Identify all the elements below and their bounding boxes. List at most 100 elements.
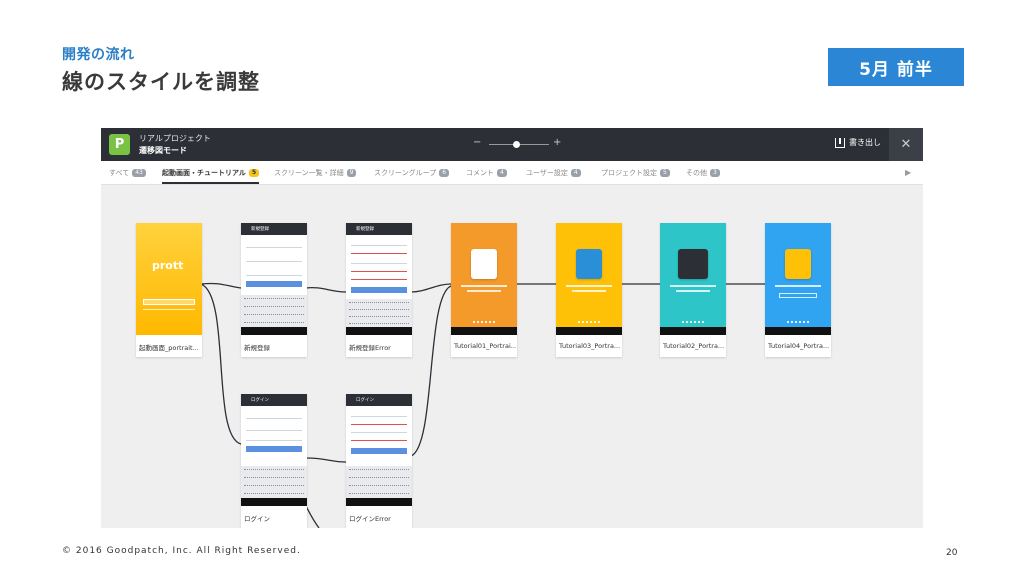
form-submit: [351, 448, 407, 454]
screen-card-signup-error[interactable]: 新規登録 新規登録Error: [346, 223, 412, 357]
zoom-in-button[interactable]: +: [553, 137, 561, 148]
tab-count-badge: 9: [346, 169, 357, 177]
screen-thumbnail: ログイン: [346, 394, 412, 506]
screen-label: 起動画面_portrait...: [139, 344, 199, 352]
form-field: [351, 245, 407, 246]
screen-card-tutorial02[interactable]: Tutorial02_Portra...: [660, 223, 726, 357]
tutorial-caption: [676, 290, 710, 292]
tutorial-caption: [775, 285, 821, 287]
tutorial-caption: [566, 285, 612, 287]
tutorial-caption: [461, 285, 507, 287]
screen-thumbnail: [556, 223, 622, 335]
tab-label: すべて: [109, 169, 130, 177]
keyboard: [241, 295, 307, 327]
form-header: 新規登録: [346, 223, 412, 235]
connector-signup-signuperror: [305, 286, 347, 293]
tab-count-badge: 4: [570, 169, 581, 177]
tutorial-caption: [467, 290, 501, 292]
flow-canvas[interactable]: prott 起動画面_portrait... 新規登録 新規登録 新規登録 新規…: [101, 186, 923, 528]
prott-logo[interactable]: P: [109, 134, 130, 155]
form-error-line: [351, 440, 407, 441]
mode-name: 遷移図モード: [139, 146, 187, 155]
form-submit: [351, 287, 407, 293]
copyright: © 2016 Goodpatch, Inc. All Right Reserve…: [62, 546, 301, 556]
screen-thumbnail: [660, 223, 726, 335]
android-navbar: [556, 327, 622, 335]
tab-scroll-right-icon[interactable]: ▶: [905, 168, 911, 177]
keyboard-row: [244, 322, 304, 324]
tab-project-settings[interactable]: プロジェクト設定 5: [601, 168, 670, 178]
page-indicator: [682, 321, 704, 323]
screen-card-tutorial03[interactable]: Tutorial03_Portra...: [556, 223, 622, 357]
tab-label: ユーザー設定: [526, 169, 568, 177]
tab-label: プロジェクト設定: [601, 169, 657, 177]
form-field: [351, 416, 407, 417]
keyboard-row: [244, 298, 304, 300]
close-button[interactable]: ✕: [889, 128, 923, 161]
keyboard-row: [244, 306, 304, 308]
android-navbar: [451, 327, 517, 335]
tab-screen-group[interactable]: スクリーングループ 6: [374, 168, 450, 178]
screen-label: 新規登録Error: [349, 344, 391, 352]
screen-card-login[interactable]: ログイン ログイン: [241, 394, 307, 528]
export-button[interactable]: 書き出し: [835, 137, 881, 148]
app-header-bar: P リアルプロジェクト 遷移図モード − + 書き出し ✕: [101, 128, 923, 161]
keyboard-row: [244, 485, 304, 487]
keyboard-row: [349, 323, 409, 325]
connector-splash-signup: [200, 282, 242, 289]
screen-label: ログインError: [349, 515, 391, 523]
prott-wordmark: prott: [152, 259, 184, 272]
tab-all[interactable]: すべて 43: [109, 168, 146, 178]
tab-other[interactable]: その他 3: [686, 168, 720, 178]
connector-login-bottom: [305, 505, 320, 528]
screen-card-tutorial01[interactable]: Tutorial01_Portrai...: [451, 223, 517, 357]
page-number: 20: [946, 548, 958, 558]
tab-user-settings[interactable]: ユーザー設定 4: [526, 168, 581, 178]
splash-button: [143, 309, 195, 312]
tab-count-badge: 5: [660, 169, 670, 177]
keyboard: [346, 299, 412, 327]
tab-label: 起動画面・チュートリアル: [162, 169, 246, 177]
form-field: [246, 418, 302, 419]
form-header-title: 新規登録: [251, 227, 269, 232]
tutorial-caption: [779, 293, 817, 298]
tab-count-badge: 43: [132, 169, 146, 177]
page-indicator: [578, 321, 600, 323]
tutorial-background: [556, 223, 622, 335]
screen-label: Tutorial02_Portra...: [663, 342, 725, 350]
screen-label: Tutorial04_Portra...: [768, 342, 830, 350]
keyboard-row: [349, 309, 409, 311]
tab-label: スクリーン一覧・詳細: [274, 169, 344, 177]
screen-thumbnail: 新規登録: [346, 223, 412, 335]
form-submit: [246, 446, 302, 452]
screen-label: 新規登録: [244, 344, 270, 352]
slide-title: 線のスタイルを調整: [62, 70, 260, 94]
android-navbar: [660, 327, 726, 335]
tutorial-background: [451, 223, 517, 335]
tab-screen-list[interactable]: スクリーン一覧・詳細 9: [274, 168, 357, 178]
keyboard-row: [244, 477, 304, 479]
tab-label: コメント: [466, 169, 494, 177]
screen-label: Tutorial03_Portra...: [559, 342, 621, 350]
form-field: [246, 430, 302, 431]
screen-thumbnail: ログイン: [241, 394, 307, 506]
screen-card-tutorial04[interactable]: Tutorial04_Portra...: [765, 223, 831, 357]
android-navbar: [241, 498, 307, 506]
tab-count-badge: 5: [248, 169, 260, 177]
tab-comments[interactable]: コメント 4: [466, 168, 507, 178]
form-error-line: [351, 279, 407, 280]
tutorial-illustration: [576, 249, 602, 279]
tab-count-badge: 6: [439, 169, 450, 177]
keyboard-row: [349, 316, 409, 318]
screen-card-splash[interactable]: prott 起動画面_portrait...: [136, 223, 202, 357]
screen-card-login-error[interactable]: ログイン ログインError: [346, 394, 412, 528]
form-header: ログイン: [241, 394, 307, 406]
form-field: [246, 440, 302, 441]
screen-card-signup[interactable]: 新規登録 新規登録: [241, 223, 307, 357]
zoom-slider-handle[interactable]: [513, 141, 520, 148]
zoom-out-button[interactable]: −: [473, 137, 481, 148]
form-field: [246, 261, 302, 262]
form-error-line: [351, 253, 407, 254]
tab-launch-tutorial[interactable]: 起動画面・チュートリアル 5: [162, 168, 260, 184]
keyboard-row: [349, 302, 409, 304]
